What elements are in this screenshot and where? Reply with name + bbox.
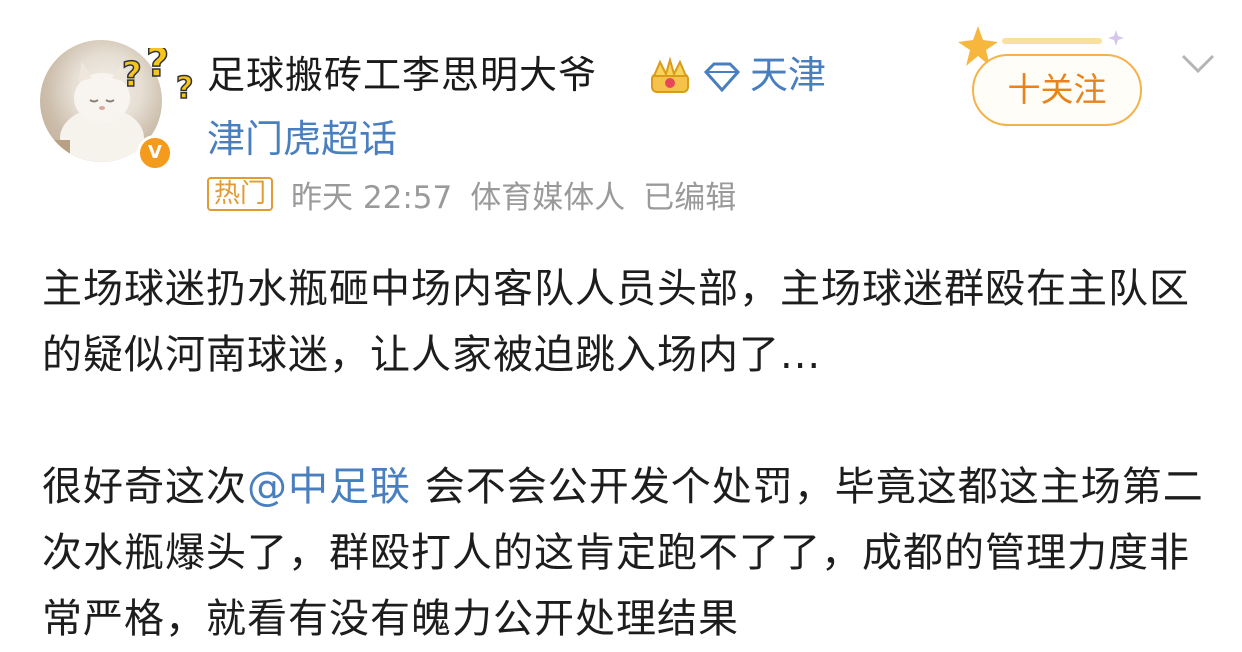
topic-link[interactable]: 津门虎超话 bbox=[207, 116, 397, 162]
mention-link[interactable]: @中足联 bbox=[247, 464, 411, 510]
post-text: 很好奇这次 bbox=[42, 464, 247, 510]
question-marks-icon: ? ? ? bbox=[121, 48, 194, 107]
verified-v-icon: V bbox=[137, 135, 173, 171]
follow-button[interactable]: 十关注 bbox=[972, 54, 1142, 126]
post-time: 昨天 22:57 bbox=[291, 179, 453, 216]
edited-label: 已编辑 bbox=[643, 179, 737, 216]
svg-text:?: ? bbox=[122, 55, 142, 95]
svg-text:?: ? bbox=[146, 48, 169, 86]
hot-badge: 热门 bbox=[207, 177, 274, 211]
svg-text:?: ? bbox=[176, 71, 193, 106]
diamond-icon[interactable] bbox=[702, 62, 742, 92]
location-link[interactable]: 天津 bbox=[750, 52, 826, 98]
author-name[interactable]: 足球搬砖工李思明大爷 bbox=[207, 52, 597, 98]
post-paragraph-2: 很好奇这次@中足联 会不会公开发个处罚，毕竟这都这主场第二次水瓶爆头了，群殴打人… bbox=[42, 454, 1212, 652]
post-paragraph-1: 主场球迷扔水瓶砸中场内客队人员头部，主场球迷群殴在主队区的疑似河南球迷，让人家被… bbox=[42, 266, 1190, 378]
author-role: 体育媒体人 bbox=[470, 179, 626, 216]
post-meta: 热门 昨天 22:57 体育媒体人 已编辑 bbox=[207, 174, 754, 216]
chevron-down-icon[interactable] bbox=[1180, 52, 1216, 76]
crown-icon[interactable] bbox=[648, 56, 692, 96]
post-body: 主场球迷扔水瓶砸中场内客队人员头部，主场球迷群殴在主队区的疑似河南球迷，让人家被… bbox=[42, 256, 1212, 652]
author-avatar[interactable]: V ? ? ? bbox=[40, 38, 194, 171]
